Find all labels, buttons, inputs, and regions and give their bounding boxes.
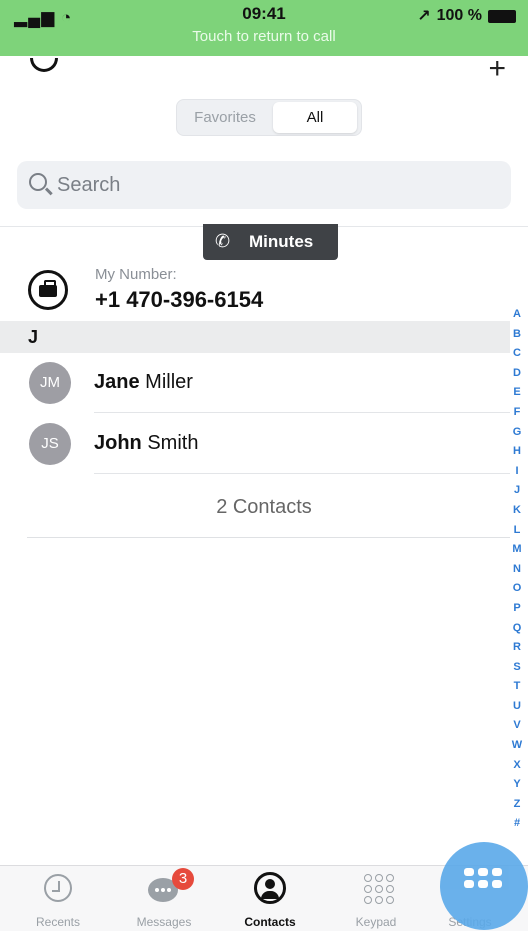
minutes-button[interactable]: ✆ Minutes <box>203 224 338 260</box>
section-letter: J <box>28 327 39 347</box>
index-letter[interactable]: C <box>513 344 521 364</box>
my-number-value: +1 470-396-6154 <box>95 287 264 312</box>
index-letter[interactable]: T <box>514 677 521 697</box>
index-letter[interactable]: S <box>513 658 520 678</box>
clock-icon <box>44 874 72 902</box>
index-letter[interactable]: Y <box>513 775 520 795</box>
index-letter[interactable]: W <box>512 736 522 756</box>
row-divider <box>94 473 510 474</box>
search-bar[interactable]: Search <box>17 161 511 209</box>
divider <box>27 537 510 538</box>
location-arrow-icon: ↗ <box>417 8 431 25</box>
index-letter[interactable]: L <box>514 521 521 541</box>
call-hint-text: Touch to return to call <box>192 28 336 45</box>
person-icon <box>254 872 286 904</box>
briefcase-icon <box>28 270 68 310</box>
my-number-label: My Number: <box>95 266 177 283</box>
index-letter[interactable]: J <box>514 481 520 501</box>
index-letter[interactable]: N <box>513 560 521 580</box>
row-divider <box>94 412 510 413</box>
battery-percent: 100 % <box>436 7 482 24</box>
tab-recents-label: Recents <box>35 915 81 929</box>
tab-keypad-label: Keypad <box>355 915 397 929</box>
add-contact-button[interactable]: + <box>488 54 506 84</box>
index-letter[interactable]: I <box>515 462 518 482</box>
tab-messages[interactable]: 3 Messages <box>114 866 214 931</box>
return-to-call-banner[interactable]: ▂▄▆ ◔ 09:41 Touch to return to call ↗ 10… <box>0 0 528 56</box>
tab-contacts[interactable]: Contacts <box>220 866 320 931</box>
index-letter[interactable]: K <box>513 501 521 521</box>
contact-name: John Smith <box>94 432 199 454</box>
index-letter[interactable]: G <box>513 423 522 443</box>
contact-row-jane-miller[interactable]: JM Jane Miller <box>0 353 510 413</box>
index-letter[interactable]: F <box>514 403 521 423</box>
keypad-icon <box>364 874 394 904</box>
unread-badge: 3 <box>172 868 194 890</box>
index-letter[interactable]: A <box>513 305 521 325</box>
index-letter[interactable]: V <box>513 716 520 736</box>
index-letter[interactable]: E <box>513 383 520 403</box>
tab-favorites[interactable]: Favorites <box>181 102 269 133</box>
alphabet-index[interactable]: A B C D E F G H I J K L M N O P Q R S T U V W X Y Z # <box>508 305 526 834</box>
avatar: JS <box>29 423 71 465</box>
phone-swap-icon: ✆ <box>215 231 231 251</box>
index-letter[interactable]: U <box>513 697 521 717</box>
blackberry-logo-icon <box>464 868 502 888</box>
index-letter[interactable]: D <box>513 364 521 384</box>
index-letter[interactable]: M <box>512 540 521 560</box>
battery-icon <box>488 9 516 23</box>
minutes-label: Minutes <box>249 232 314 251</box>
section-header: J <box>0 321 510 353</box>
index-letter[interactable]: Z <box>514 795 521 815</box>
contact-name: Jane Miller <box>94 371 193 393</box>
index-letter[interactable]: # <box>514 814 520 834</box>
contact-count: 2 Contacts <box>216 496 312 518</box>
index-letter[interactable]: H <box>513 442 521 462</box>
search-input[interactable]: Search <box>57 174 120 197</box>
tab-contacts-label: Contacts <box>244 915 296 929</box>
index-letter[interactable]: R <box>513 638 521 658</box>
battery-status: ↗ 100 % <box>417 6 516 26</box>
contact-row-john-smith[interactable]: JS John Smith <box>0 414 510 474</box>
tab-recents[interactable]: Recents <box>8 866 108 931</box>
contacts-filter-segmented-control: Favorites All <box>176 99 362 136</box>
tab-all[interactable]: All <box>273 102 357 133</box>
index-letter[interactable]: Q <box>513 619 522 639</box>
tab-keypad[interactable]: Keypad <box>326 866 426 931</box>
index-letter[interactable]: O <box>513 579 522 599</box>
profile-icon[interactable] <box>30 58 58 72</box>
search-icon <box>29 173 47 191</box>
index-letter[interactable]: P <box>513 599 520 619</box>
tab-messages-label: Messages <box>136 915 192 929</box>
blackberry-floating-button[interactable] <box>440 842 528 930</box>
avatar: JM <box>29 362 71 404</box>
index-letter[interactable]: B <box>513 325 521 345</box>
index-letter[interactable]: X <box>513 756 520 776</box>
